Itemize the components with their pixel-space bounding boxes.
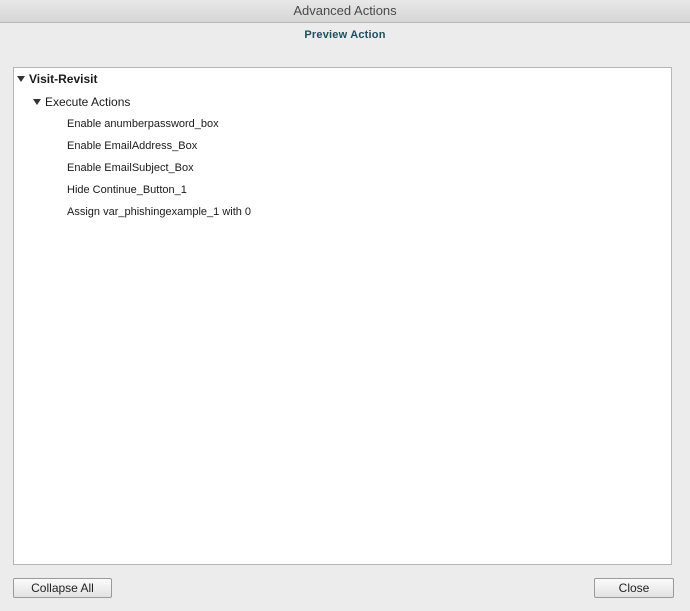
- triangle-down-icon[interactable]: [17, 75, 25, 82]
- tree-leaf-action[interactable]: Hide Continue_Button_1: [67, 183, 187, 197]
- triangle-down-icon[interactable]: [33, 98, 41, 105]
- tree-node-label: Visit-Revisit: [29, 72, 98, 86]
- collapse-all-button[interactable]: Collapse All: [13, 578, 112, 598]
- advanced-actions-window: Advanced Actions Preview Action Visit-Re…: [0, 0, 690, 611]
- tree-node-label: Execute Actions: [45, 95, 131, 109]
- tree-node-execute-actions[interactable]: Execute Actions: [33, 95, 130, 109]
- close-button[interactable]: Close: [594, 578, 674, 598]
- window-title: Advanced Actions: [0, 0, 690, 23]
- tree-leaf-action[interactable]: Enable EmailAddress_Box: [67, 139, 197, 153]
- action-tree-panel: Visit-Revisit Execute Actions Enable anu…: [13, 67, 672, 565]
- tree-leaf-action[interactable]: Enable EmailSubject_Box: [67, 161, 194, 175]
- tree-node-visit-revisit[interactable]: Visit-Revisit: [17, 72, 97, 86]
- tree-leaf-action[interactable]: Enable anumberpassword_box: [67, 117, 219, 131]
- tree-leaf-action[interactable]: Assign var_phishingexample_1 with 0: [67, 205, 251, 219]
- dialog-subtitle: Preview Action: [304, 29, 386, 41]
